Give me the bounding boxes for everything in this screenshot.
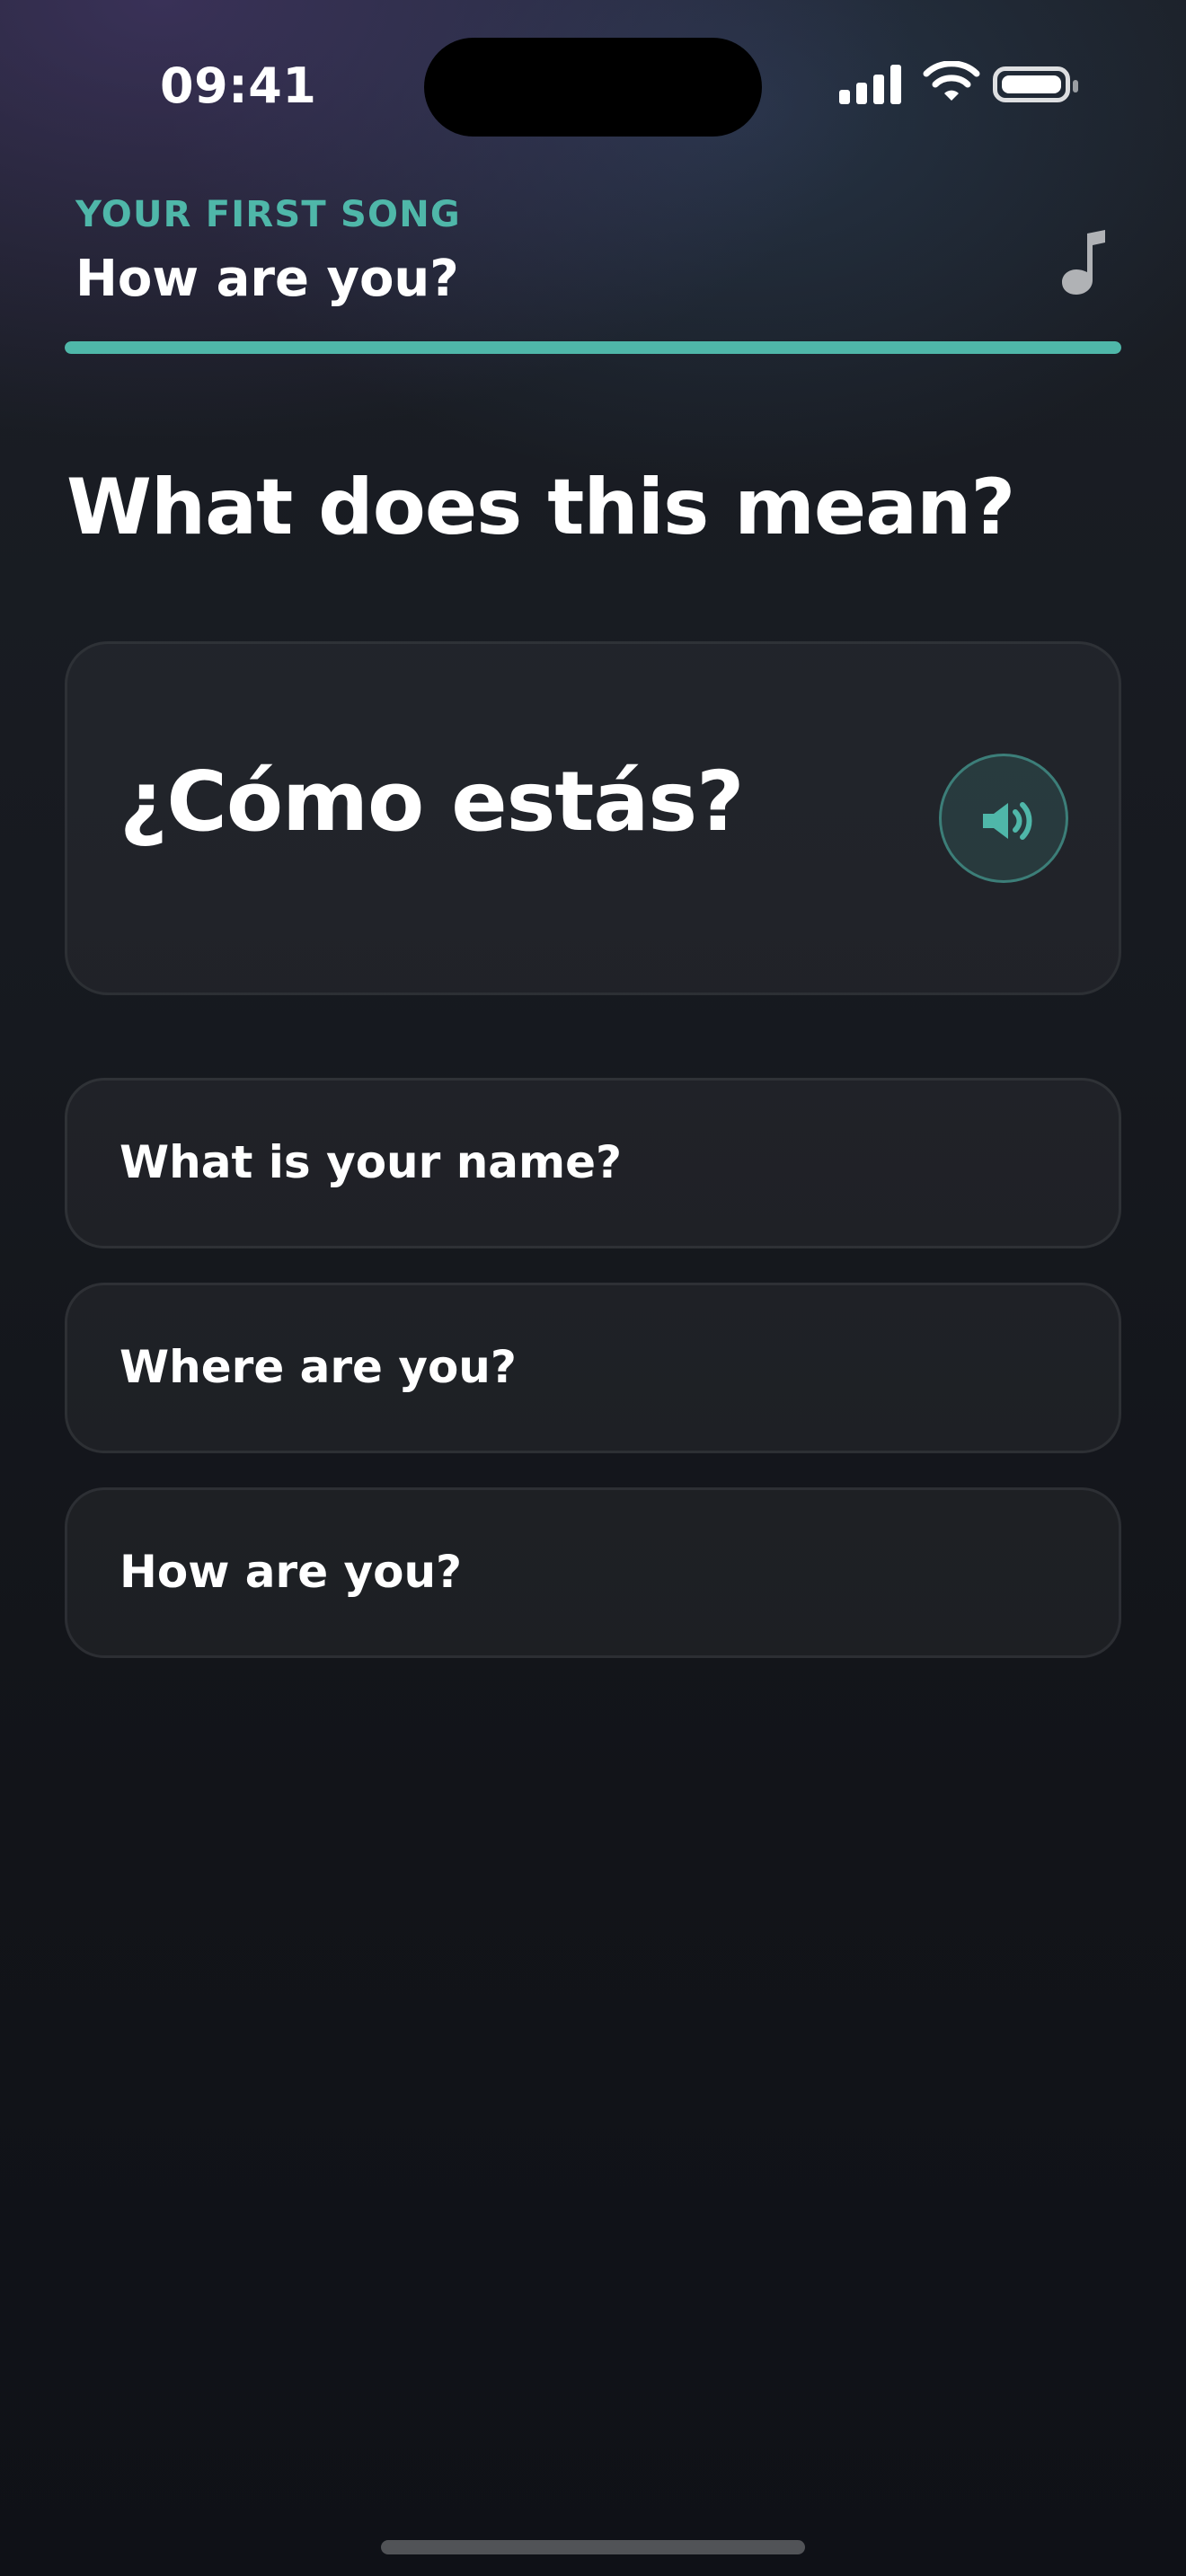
dynamic-island bbox=[424, 38, 762, 137]
phrase-card: ¿Cómo estás? bbox=[65, 641, 1121, 995]
lesson-header: YOUR FIRST SONG How are you? bbox=[75, 190, 1118, 325]
status-time: 09:41 bbox=[160, 57, 317, 114]
status-icons bbox=[839, 61, 1091, 108]
lesson-progress bbox=[65, 341, 1121, 354]
question-prompt: What does this mean? bbox=[66, 463, 1015, 552]
answer-option-label: How are you? bbox=[119, 1546, 463, 1598]
lesson-title: How are you? bbox=[75, 250, 459, 308]
battery-icon bbox=[993, 66, 1078, 102]
lesson-kicker: YOUR FIRST SONG bbox=[75, 194, 461, 235]
answer-options: What is your name? Where are you? How ar… bbox=[65, 1078, 1121, 1662]
home-indicator[interactable] bbox=[381, 2540, 805, 2554]
music-note-icon[interactable] bbox=[1053, 228, 1111, 298]
answer-option[interactable]: How are you? bbox=[65, 1487, 1121, 1658]
lesson-progress-fill bbox=[65, 341, 1121, 354]
play-audio-button[interactable] bbox=[939, 754, 1068, 883]
answer-option[interactable]: What is your name? bbox=[65, 1078, 1121, 1248]
signal-icon bbox=[839, 63, 902, 104]
answer-option-label: Where are you? bbox=[119, 1341, 517, 1393]
answer-option[interactable]: Where are you? bbox=[65, 1283, 1121, 1453]
wifi-icon bbox=[923, 61, 980, 101]
speaker-icon bbox=[983, 802, 1032, 840]
status-bar: 09:41 bbox=[0, 0, 1186, 180]
answer-option-label: What is your name? bbox=[119, 1136, 623, 1188]
spanish-phrase: ¿Cómo estás? bbox=[119, 754, 745, 850]
